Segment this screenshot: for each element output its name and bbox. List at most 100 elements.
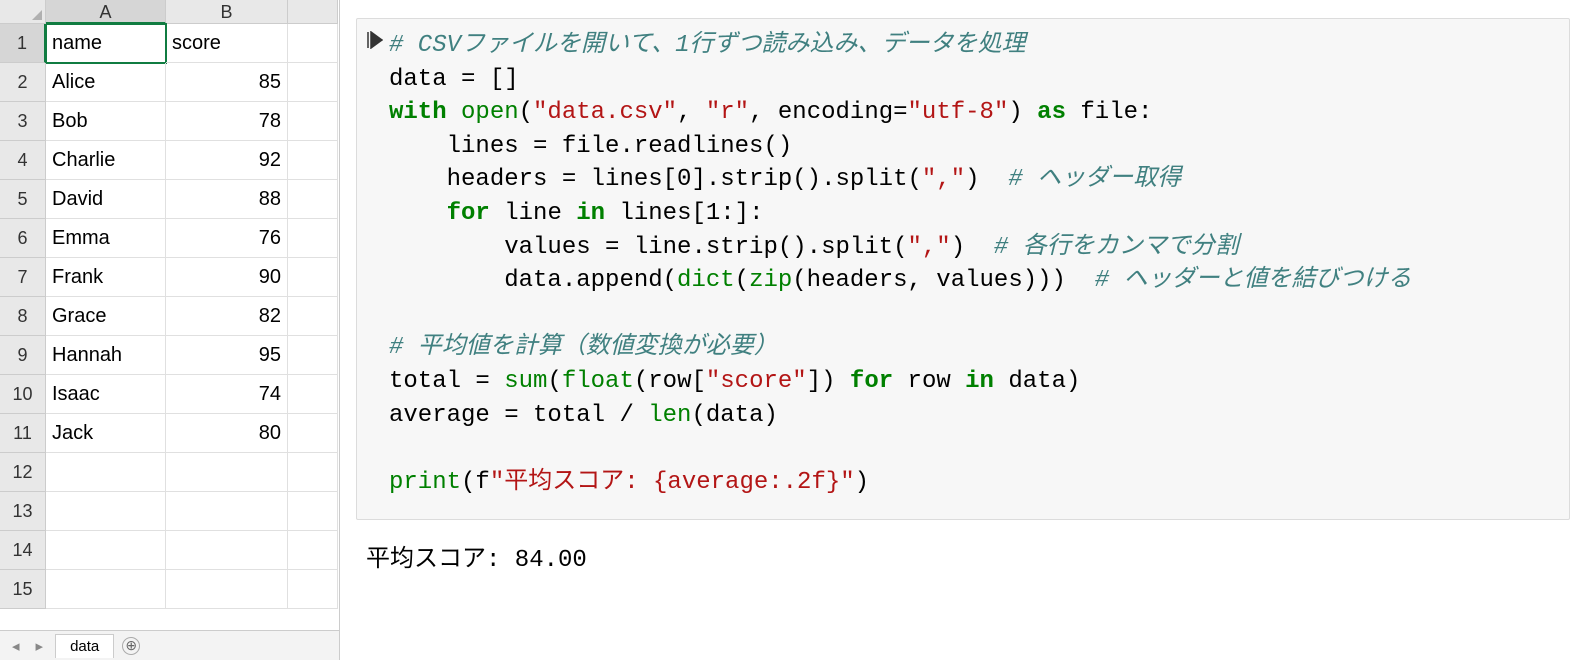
row-header[interactable]: 3: [0, 102, 46, 141]
table-row: 6Emma76: [0, 219, 339, 258]
column-header-c[interactable]: [288, 0, 338, 24]
cell[interactable]: [46, 492, 166, 531]
cell[interactable]: 95: [166, 336, 288, 375]
cell[interactable]: 80: [166, 414, 288, 453]
cell[interactable]: [166, 492, 288, 531]
code-keyword: in: [576, 200, 605, 227]
cell[interactable]: Isaac: [46, 375, 166, 414]
cell[interactable]: [166, 453, 288, 492]
row-header[interactable]: 12: [0, 453, 46, 492]
row-header[interactable]: 5: [0, 180, 46, 219]
cell[interactable]: Frank: [46, 258, 166, 297]
code-string: "score": [706, 368, 807, 395]
row-header[interactable]: 1: [0, 24, 46, 63]
cell[interactable]: [46, 570, 166, 609]
row-header[interactable]: 2: [0, 63, 46, 102]
code-text: total =: [389, 368, 504, 395]
table-row: 13: [0, 492, 339, 531]
row-header[interactable]: 6: [0, 219, 46, 258]
code-string: "data.csv": [533, 99, 677, 126]
cell[interactable]: [288, 258, 338, 297]
cell[interactable]: David: [46, 180, 166, 219]
cell[interactable]: 76: [166, 219, 288, 258]
tab-nav-next-icon[interactable]: ▸: [32, 637, 48, 655]
cell[interactable]: [288, 63, 338, 102]
cell[interactable]: [288, 141, 338, 180]
row-header[interactable]: 4: [0, 141, 46, 180]
code-text: (data): [691, 402, 777, 429]
table-row: 10Isaac74: [0, 375, 339, 414]
row-header[interactable]: 9: [0, 336, 46, 375]
cell[interactable]: [46, 453, 166, 492]
code-text: ): [951, 234, 994, 261]
cell[interactable]: name: [46, 24, 166, 63]
code-keyword: for: [447, 200, 490, 227]
table-row: 15: [0, 570, 339, 609]
code-comment: # 各行をカンマで分割: [994, 234, 1239, 261]
code-builtin: len: [648, 402, 691, 429]
cell[interactable]: 92: [166, 141, 288, 180]
table-row: 11Jack80: [0, 414, 339, 453]
cell[interactable]: Alice: [46, 63, 166, 102]
column-header-a[interactable]: A: [46, 0, 166, 24]
row-header[interactable]: 11: [0, 414, 46, 453]
cell[interactable]: [166, 570, 288, 609]
column-header-b[interactable]: B: [166, 0, 288, 24]
row-header[interactable]: 13: [0, 492, 46, 531]
cell[interactable]: [288, 336, 338, 375]
code-text: (: [735, 267, 749, 294]
code-content[interactable]: # CSVファイルを開いて、1行ずつ読み込み、データを処理 data = [] …: [389, 29, 1557, 499]
add-sheet-icon[interactable]: ⊕: [122, 637, 140, 655]
row-header[interactable]: 8: [0, 297, 46, 336]
code-cell[interactable]: # CSVファイルを開いて、1行ずつ読み込み、データを処理 data = [] …: [356, 18, 1570, 520]
cell[interactable]: Hannah: [46, 336, 166, 375]
cell[interactable]: Bob: [46, 102, 166, 141]
cell[interactable]: Charlie: [46, 141, 166, 180]
row-header[interactable]: 15: [0, 570, 46, 609]
cell[interactable]: [288, 297, 338, 336]
cell[interactable]: [288, 453, 338, 492]
cell[interactable]: 90: [166, 258, 288, 297]
cell[interactable]: 78: [166, 102, 288, 141]
code-builtin: float: [562, 368, 634, 395]
cell[interactable]: [288, 570, 338, 609]
cell[interactable]: [288, 219, 338, 258]
cell[interactable]: [166, 531, 288, 570]
table-row: 14: [0, 531, 339, 570]
code-text: (: [547, 368, 561, 395]
cell[interactable]: [288, 102, 338, 141]
cell[interactable]: Grace: [46, 297, 166, 336]
cell[interactable]: [288, 531, 338, 570]
cell[interactable]: [288, 492, 338, 531]
code-text: values = line.strip().split(: [389, 234, 907, 261]
cell[interactable]: [288, 24, 338, 63]
cell[interactable]: [46, 531, 166, 570]
cell[interactable]: 88: [166, 180, 288, 219]
cell[interactable]: score: [166, 24, 288, 63]
cell[interactable]: Emma: [46, 219, 166, 258]
table-row: 5David88: [0, 180, 339, 219]
cell[interactable]: 74: [166, 375, 288, 414]
table-row: 9Hannah95: [0, 336, 339, 375]
code-text: lines[1:]:: [605, 200, 763, 227]
tab-nav-prev-icon[interactable]: ◂: [8, 637, 24, 655]
cell[interactable]: Jack: [46, 414, 166, 453]
cell[interactable]: 85: [166, 63, 288, 102]
cell[interactable]: 82: [166, 297, 288, 336]
row-header[interactable]: 14: [0, 531, 46, 570]
row-header[interactable]: 10: [0, 375, 46, 414]
cell[interactable]: [288, 414, 338, 453]
code-builtin: sum: [504, 368, 547, 395]
select-all-corner[interactable]: [0, 0, 46, 24]
cell[interactable]: [288, 375, 338, 414]
run-cell-icon[interactable]: [361, 29, 389, 499]
sheet-tab-data[interactable]: data: [55, 634, 114, 658]
table-row: 3Bob78: [0, 102, 339, 141]
code-keyword: in: [965, 368, 994, 395]
code-text: (row[: [634, 368, 706, 395]
cell[interactable]: [288, 180, 338, 219]
code-keyword: as: [1037, 99, 1066, 126]
row-header[interactable]: 7: [0, 258, 46, 297]
cell-output: 平均スコア: 84.00: [356, 538, 1570, 574]
table-row: 7Frank90: [0, 258, 339, 297]
